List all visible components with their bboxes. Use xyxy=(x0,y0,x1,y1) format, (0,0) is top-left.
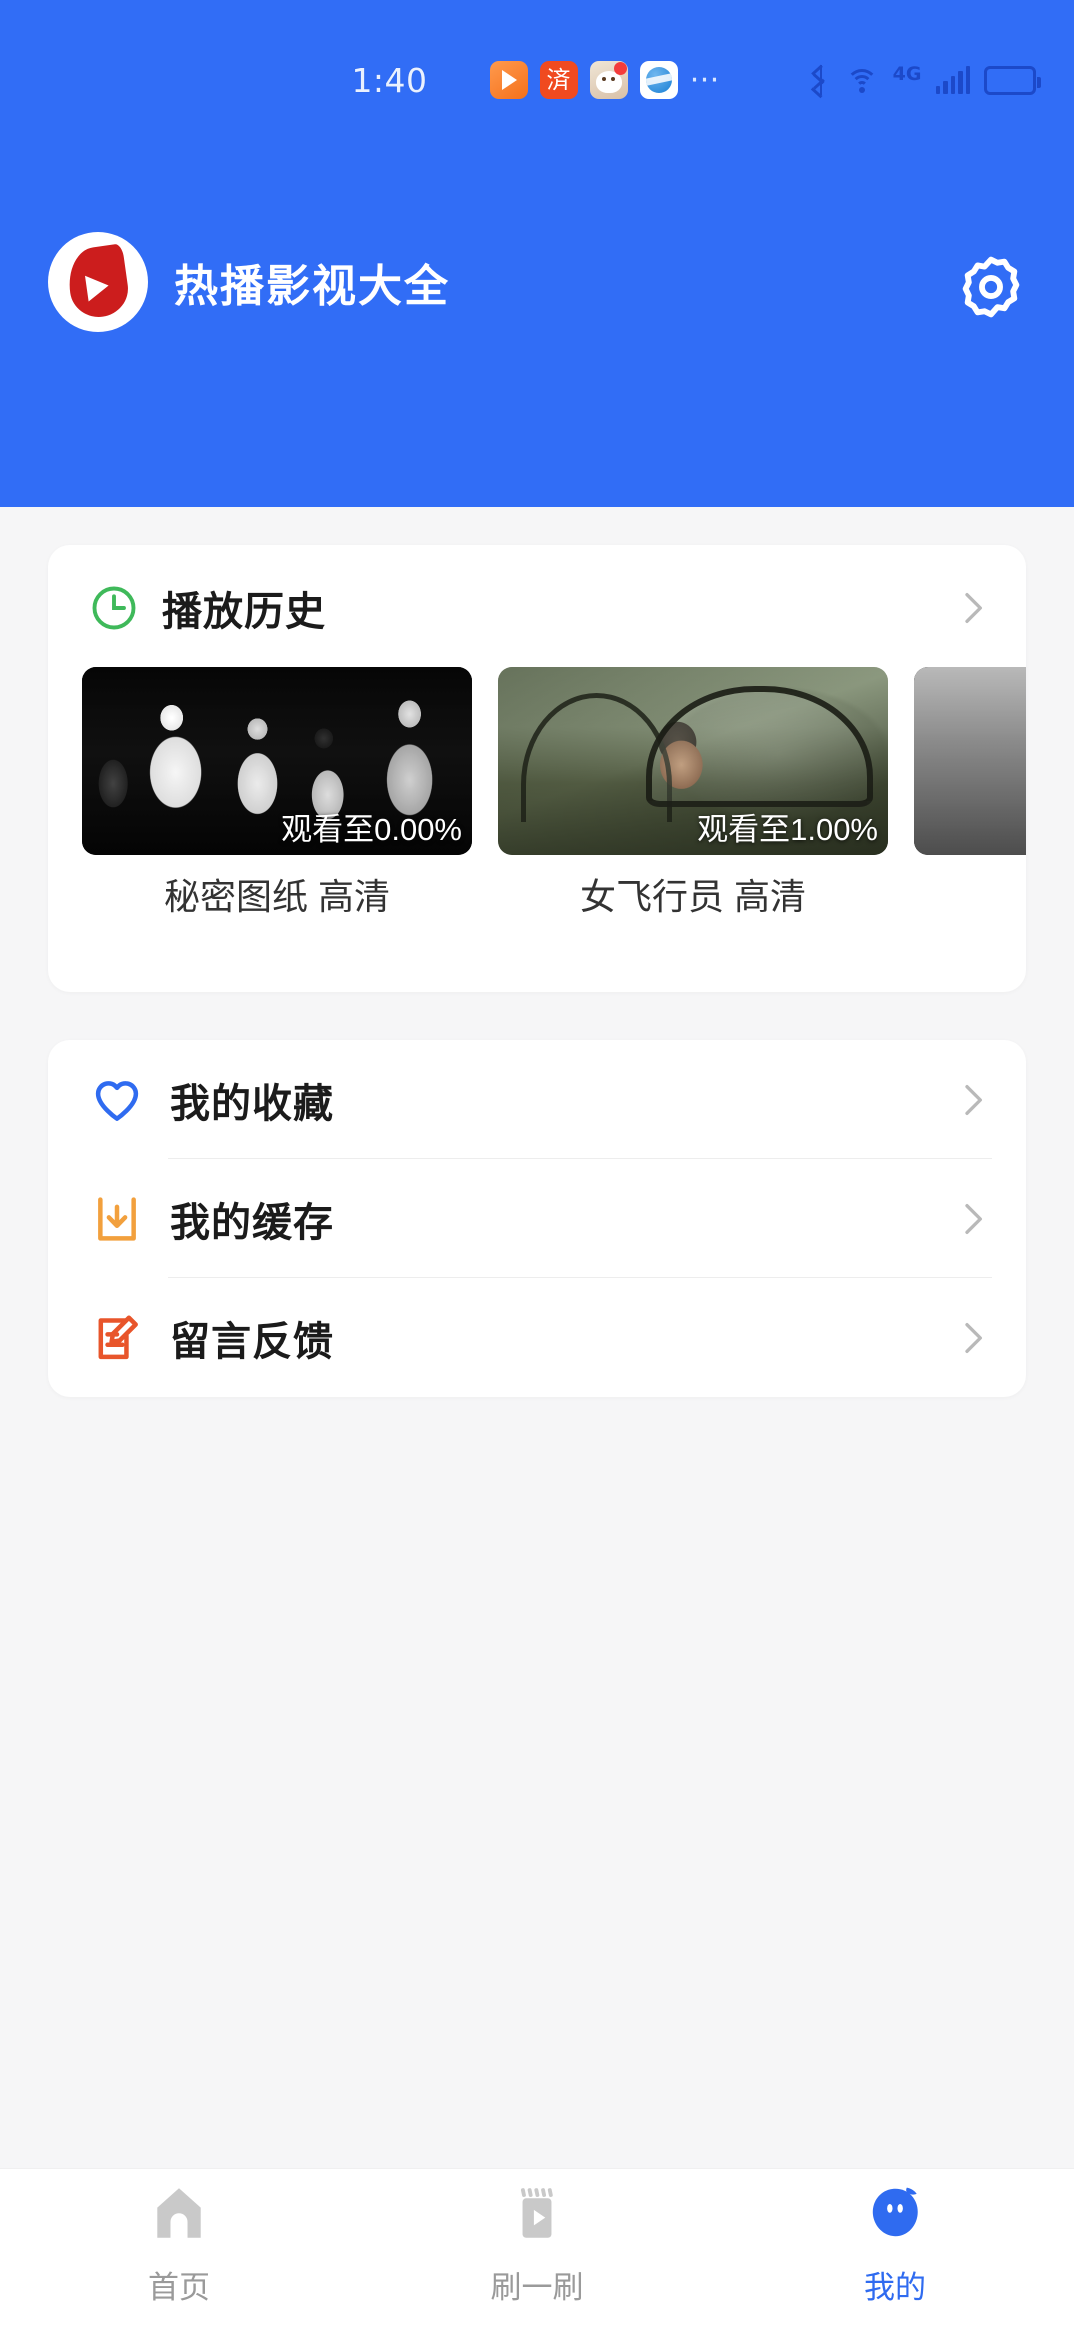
jd-app-icon xyxy=(590,61,628,99)
home-icon xyxy=(148,2182,210,2244)
profile-icon xyxy=(864,2182,926,2244)
tab-shuayishua[interactable]: 刷一刷 xyxy=(358,2169,716,2334)
heart-icon xyxy=(90,1073,144,1127)
wifi-icon xyxy=(845,67,879,93)
play-history-list[interactable]: 观看至0.00% 秘密图纸 高清 观看至1.00% 女飞行员 高清 魔术 xyxy=(48,667,1026,987)
menu-item-feedback[interactable]: 留言反馈 xyxy=(48,1278,1026,1397)
feedback-edit-icon xyxy=(90,1311,144,1365)
watch-progress-label: 观看至1.00% xyxy=(697,804,878,849)
list-item[interactable]: 观看至0.00% 秘密图纸 高清 xyxy=(82,667,472,987)
play-history-card[interactable]: 播放历史 观看至0.00% 秘密图纸 高清 观看至1.00% 女飞行员 高清 xyxy=(48,545,1026,992)
status-time: 1:40 xyxy=(351,61,427,100)
menu-item-label: 我的收藏 xyxy=(170,1071,334,1129)
bottom-tab-bar: 首页 刷一刷 xyxy=(0,2168,1074,2334)
clock-icon xyxy=(88,582,140,634)
download-icon xyxy=(90,1192,144,1246)
chevron-right-icon[interactable] xyxy=(952,588,992,628)
list-item[interactable]: 观看至1.00% 女飞行员 高清 xyxy=(498,667,888,987)
menu-item-favorites[interactable]: 我的收藏 xyxy=(48,1040,1026,1159)
menu-item-label: 留言反馈 xyxy=(170,1309,334,1367)
film-play-icon xyxy=(506,2182,568,2244)
video-title: 秘密图纸 高清 xyxy=(82,868,472,920)
watch-progress-label: 观看至0.00% xyxy=(281,804,462,849)
tab-label: 我的 xyxy=(864,2262,926,2307)
bluetooth-icon xyxy=(811,65,831,95)
flame-play-logo xyxy=(48,232,148,332)
play-history-header[interactable]: 播放历史 xyxy=(48,545,1026,670)
page-title: 热播影视大全 xyxy=(174,250,450,314)
signal-icon xyxy=(936,66,971,94)
thumbnail[interactable] xyxy=(914,667,1026,855)
thumbnail[interactable]: 观看至1.00% xyxy=(498,667,888,855)
taobao-app-icon: 済 xyxy=(540,61,578,99)
video-app-icon xyxy=(490,61,528,99)
app-header: 1:40 済 ⋯ 4G xyxy=(0,0,1074,507)
tab-home[interactable]: 首页 xyxy=(0,2169,358,2334)
browser-app-icon xyxy=(640,61,678,99)
tab-label: 首页 xyxy=(148,2262,210,2307)
network-type-label: 4G xyxy=(893,63,922,85)
chat-icon xyxy=(440,61,478,99)
status-bar-right: 4G xyxy=(811,56,1036,104)
chevron-right-icon[interactable] xyxy=(952,1080,992,1120)
status-bar: 1:40 済 ⋯ 4G xyxy=(0,56,1074,104)
tab-label: 刷一刷 xyxy=(491,2262,584,2307)
list-item[interactable]: 魔术 xyxy=(914,667,1026,987)
chevron-right-icon[interactable] xyxy=(952,1318,992,1358)
tab-profile[interactable]: 我的 xyxy=(716,2169,1074,2334)
thumbnail[interactable]: 观看至0.00% xyxy=(82,667,472,855)
menu-item-cache[interactable]: 我的缓存 xyxy=(48,1159,1026,1278)
play-history-title: 播放历史 xyxy=(162,579,326,637)
gear-icon[interactable] xyxy=(956,252,1026,322)
menu-card: 我的收藏 我的缓存 xyxy=(48,1040,1026,1397)
video-title: 魔术 xyxy=(914,868,1026,920)
app-brand: 热播影视大全 xyxy=(48,232,450,332)
video-title: 女飞行员 高清 xyxy=(498,868,888,920)
status-overflow-icon: ⋯ xyxy=(690,70,723,90)
menu-item-label: 我的缓存 xyxy=(170,1190,334,1248)
chevron-right-icon[interactable] xyxy=(952,1199,992,1239)
battery-icon xyxy=(984,66,1036,95)
app-root: 1:40 済 ⋯ 4G xyxy=(0,0,1074,2334)
